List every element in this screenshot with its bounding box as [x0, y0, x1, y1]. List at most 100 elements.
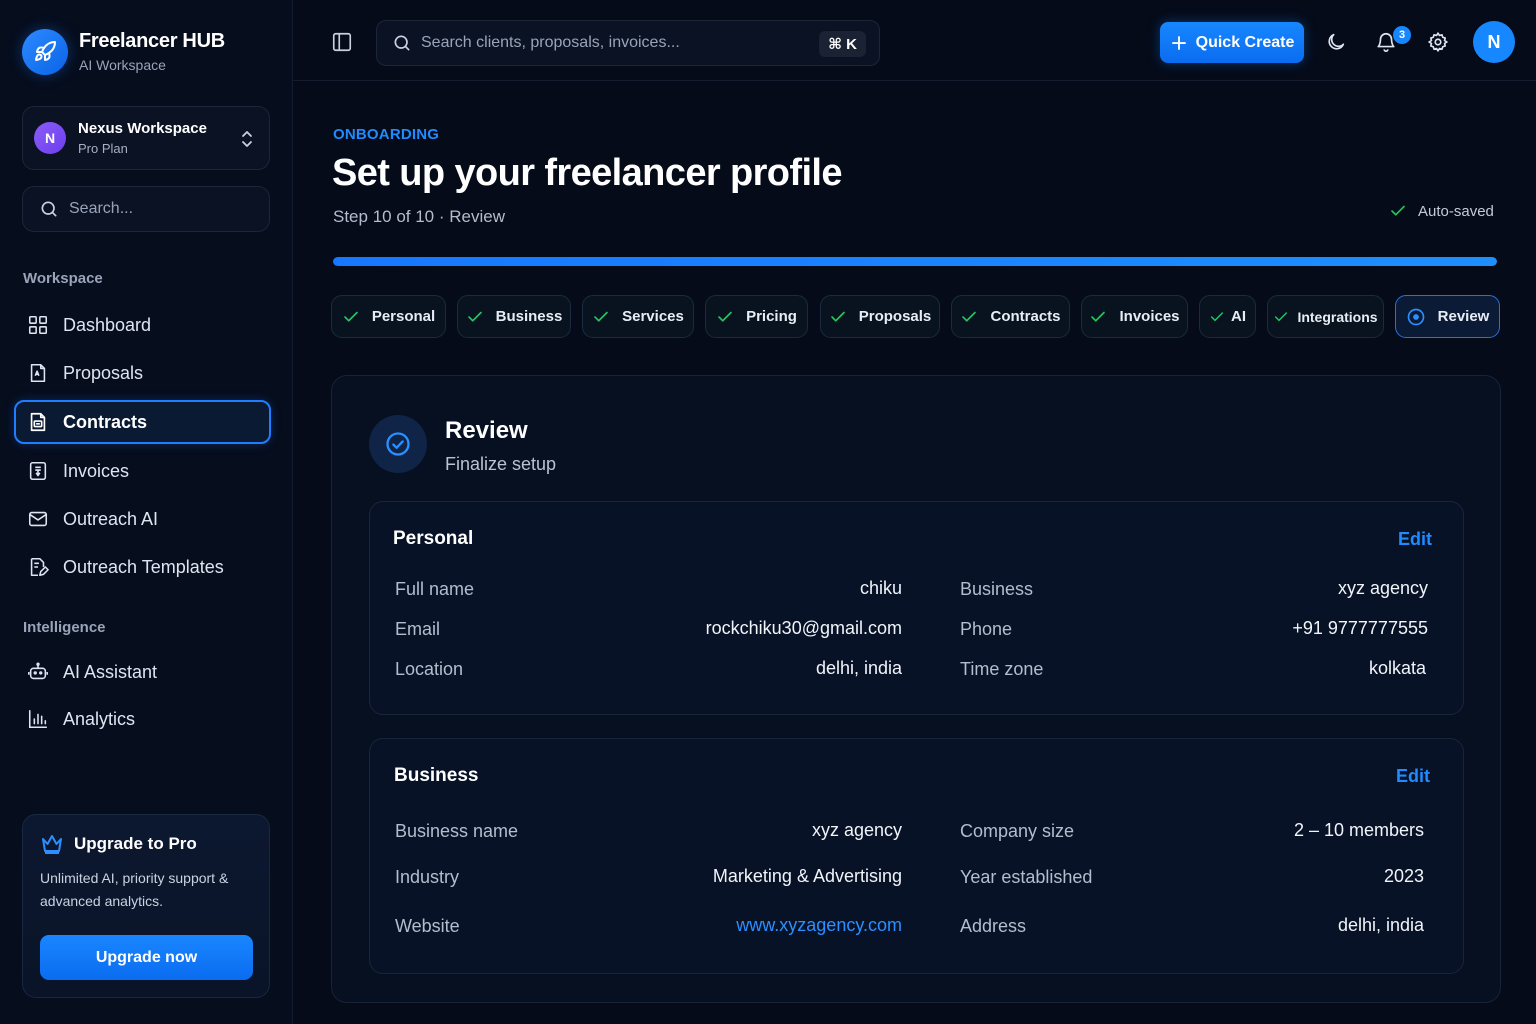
user-avatar[interactable]: N — [1473, 21, 1515, 63]
field-label: Location — [395, 659, 464, 679]
step-tab-personal[interactable]: Personal — [331, 295, 446, 338]
review-card: Review Finalize setup Personal Edit Full… — [331, 375, 1501, 1003]
step-tab-label: Personal — [371, 308, 436, 325]
sidebar-item-dashboard[interactable]: Dashboard — [14, 303, 271, 347]
global-search-input[interactable]: Search clients, proposals, invoices... ⌘… — [376, 20, 880, 66]
personal-section-title: Personal — [393, 528, 474, 549]
quick-create-label: Quick Create — [1195, 33, 1295, 51]
personal-section: Personal Edit Full name chiku Business x… — [369, 501, 1464, 715]
review-subtitle: Finalize setup — [445, 454, 557, 474]
global-search-placeholder: Search clients, proposals, invoices... — [421, 34, 680, 51]
field-value: rockchiku30@gmail.com — [705, 618, 902, 638]
step-indicator: Step 10 of 10 · Review — [333, 207, 505, 226]
step-tab-label: Integrations — [1297, 308, 1378, 325]
field-label: Time zone — [960, 659, 1044, 679]
step-tab-review[interactable]: Review — [1395, 295, 1500, 338]
workspace-avatar: N — [34, 122, 66, 154]
sidebar-item-invoices[interactable]: Invoices — [14, 449, 271, 493]
sidebar-item-ai-assistant[interactable]: AI Assistant — [14, 650, 271, 694]
onboarding-eyebrow: ONBOARDING — [333, 126, 440, 143]
field-value: delhi, india — [815, 658, 902, 678]
step-tab-label: Business — [495, 308, 563, 325]
progress-fill — [333, 257, 1497, 266]
sidebar-item-contracts[interactable]: Contracts — [14, 400, 271, 444]
bot-icon — [28, 662, 48, 680]
step-tab-ai[interactable]: AI — [1199, 295, 1256, 338]
upgrade-title: Upgrade to Pro — [74, 834, 197, 853]
mail-icon — [28, 511, 48, 527]
autosave-status: Auto-saved — [1389, 202, 1494, 220]
template-icon — [30, 557, 49, 577]
moon-icon[interactable] — [1325, 31, 1347, 53]
workspace-name: Nexus Workspace — [78, 119, 207, 137]
step-tab-label: Invoices — [1119, 308, 1180, 325]
sidebar-item-label: Dashboard — [63, 314, 152, 335]
field-value: 2 – 10 members — [1293, 820, 1424, 840]
website-link[interactable]: www.xyzagency.com — [736, 915, 902, 936]
page-title: Set up your freelancer profile — [332, 152, 843, 194]
field-value: chiku — [859, 578, 902, 598]
field-label: Business — [960, 579, 1034, 599]
field-label: Full name — [395, 579, 475, 599]
step-tab-proposals[interactable]: Proposals — [820, 295, 940, 338]
upgrade-now-button[interactable]: Upgrade now — [40, 935, 253, 980]
step-tab-business[interactable]: Business — [457, 295, 571, 338]
gear-icon[interactable] — [1427, 31, 1449, 53]
rocket-icon — [22, 29, 68, 75]
upgrade-card: Upgrade to Pro Unlimited AI, priority su… — [22, 814, 270, 998]
check-icon — [1091, 311, 1106, 322]
sidebar-item-label: Proposals — [63, 362, 144, 383]
plus-icon — [1171, 35, 1186, 50]
sidebar-item-label: Outreach Templates — [63, 556, 224, 577]
bar-chart-icon — [28, 709, 48, 729]
invoice-icon — [29, 461, 47, 481]
grid-icon — [28, 315, 48, 335]
brand[interactable]: Freelancer HUB AI Workspace — [22, 29, 225, 75]
sidebar-item-analytics[interactable]: Analytics — [14, 697, 271, 741]
step-tab-contracts[interactable]: Contracts — [951, 295, 1070, 338]
workspace-switcher[interactable]: N Nexus Workspace Pro Plan — [22, 106, 270, 170]
step-tab-label: Review — [1437, 308, 1490, 325]
sidebar-item-proposals[interactable]: Proposals — [14, 351, 271, 395]
personal-edit-link[interactable]: Edit — [1398, 529, 1432, 550]
step-tab-label: Services — [622, 308, 684, 325]
sidebar: Freelancer HUB AI Workspace N Nexus Work… — [0, 0, 293, 1024]
field-value: xyz agency — [1337, 578, 1428, 598]
field-label: Address — [960, 916, 1027, 936]
business-edit-link[interactable]: Edit — [1396, 766, 1430, 787]
step-tab-label: Pricing — [746, 308, 797, 325]
check-circle-icon — [369, 415, 427, 473]
brand-title: Freelancer HUB — [79, 30, 225, 52]
field-label: Industry — [395, 867, 460, 887]
field-value: kolkata — [1368, 658, 1426, 678]
field-value: Marketing & Advertising — [712, 866, 902, 886]
nav-section-workspace: Workspace — [23, 270, 103, 287]
field-label: Business name — [395, 821, 519, 841]
check-icon — [1210, 311, 1224, 321]
step-tab-label: Contracts — [990, 308, 1061, 325]
step-tab-pricing[interactable]: Pricing — [705, 295, 808, 338]
search-icon — [41, 201, 57, 217]
notification-count-badge: 3 — [1393, 26, 1411, 44]
quick-create-button[interactable]: Quick Create — [1160, 22, 1304, 63]
sidebar-search-input[interactable]: Search... — [22, 186, 270, 232]
keyboard-shortcut-badge: ⌘ K — [819, 31, 866, 57]
workspace-plan: Pro Plan — [78, 140, 128, 156]
sidebar-item-label: Contracts — [63, 411, 148, 432]
sidebar-toggle-icon[interactable] — [331, 31, 353, 53]
step-tab-integrations[interactable]: Integrations — [1267, 295, 1384, 338]
check-icon — [1275, 311, 1288, 321]
contract-icon — [30, 412, 46, 432]
upgrade-description: Unlimited AI, priority support & advance… — [40, 870, 229, 909]
sidebar-item-label: Invoices — [63, 460, 130, 481]
autosave-label: Auto-saved — [1418, 202, 1494, 220]
step-tab-services[interactable]: Services — [582, 295, 694, 338]
sidebar-item-outreach-ai[interactable]: Outreach AI — [14, 497, 271, 541]
step-tab-invoices[interactable]: Invoices — [1081, 295, 1188, 338]
sidebar-item-outreach-templates[interactable]: Outreach Templates — [14, 545, 271, 589]
check-icon — [1391, 205, 1405, 216]
review-title: Review — [445, 417, 528, 444]
search-icon — [394, 35, 410, 51]
check-icon — [343, 311, 358, 322]
check-icon — [594, 311, 608, 322]
